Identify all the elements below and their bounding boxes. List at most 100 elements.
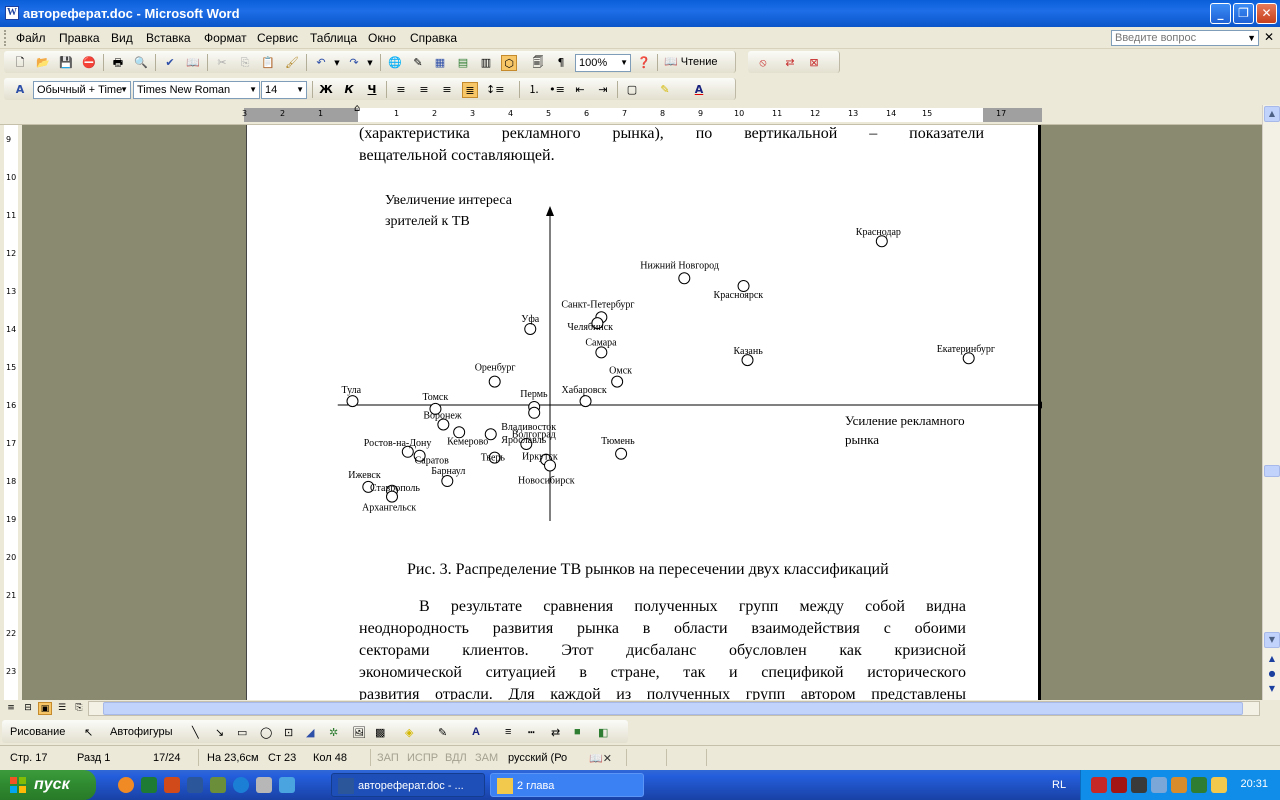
status-overtype[interactable]: ЗАМ	[475, 752, 498, 764]
tables-borders-icon[interactable]: ✎	[410, 55, 426, 71]
minimize-button[interactable]: _	[1210, 3, 1231, 24]
vertical-ruler[interactable]: 9 10 11 12 13 14 15 16 17 18 19 20 21 22…	[0, 125, 22, 700]
outline-view-icon[interactable]: ☰	[55, 702, 69, 715]
maximize-button[interactable]: ❐	[1233, 3, 1254, 24]
toolbar-grip[interactable]	[4, 30, 8, 46]
chevron-down-icon[interactable]: ▼	[249, 82, 257, 98]
menu-edit[interactable]: Правка	[59, 31, 100, 45]
rectangle-tool-icon[interactable]: ▭	[237, 726, 247, 739]
reading-view-icon[interactable]: ⎘	[72, 702, 86, 715]
menu-view[interactable]: Вид	[111, 31, 133, 45]
textbox-tool-icon[interactable]: ⊡	[284, 726, 293, 739]
firefox-icon[interactable]	[118, 777, 134, 793]
menu-tools[interactable]: Сервис	[257, 31, 298, 45]
copy-icon[interactable]: ⎘	[237, 55, 253, 71]
menu-window[interactable]: Окно	[368, 31, 396, 45]
drawing-icon[interactable]: ⬡	[501, 55, 517, 71]
taskbar-item-word-document[interactable]: автореферат.doc - ...	[331, 773, 485, 797]
reading-mode-button[interactable]: 📖 Чтение	[664, 55, 717, 68]
oval-tool-icon[interactable]: ◯	[260, 726, 272, 739]
align-center-icon[interactable]: ≡	[416, 82, 432, 98]
shadow-icon[interactable]: ■	[574, 726, 581, 738]
insert-table-icon[interactable]: ▦	[432, 55, 448, 71]
horizontal-scrollbar[interactable]	[88, 701, 1260, 716]
close-document-icon[interactable]: ✕	[1264, 30, 1274, 44]
spelling-icon[interactable]: ✔	[162, 55, 178, 71]
permission-icon[interactable]: ⛔	[81, 55, 97, 71]
arrow-tool-icon[interactable]: ↘	[215, 726, 224, 739]
cut-icon[interactable]: ✂	[214, 55, 230, 71]
style-select[interactable]: Обычный + Time ▼	[33, 81, 131, 99]
excel-icon[interactable]	[141, 777, 157, 793]
decrease-indent-icon[interactable]: ⇤	[572, 82, 588, 98]
underline-button[interactable]: Ч	[364, 82, 380, 98]
draw-menu-button[interactable]: Рисование	[10, 726, 65, 738]
menu-insert[interactable]: Вставка	[146, 31, 191, 45]
new-document-icon[interactable]: 🗋	[12, 55, 28, 71]
wordart-icon[interactable]: ◢	[306, 726, 314, 739]
font-size-select[interactable]: 14 ▼	[261, 81, 307, 99]
chevron-down-icon[interactable]: ▼	[329, 55, 345, 71]
next-page-icon[interactable]: ▼	[1264, 682, 1280, 698]
scroll-up-button[interactable]: ▲	[1264, 106, 1280, 122]
line-style-icon[interactable]: ≡	[505, 726, 511, 738]
spelling-status-icon[interactable]: 📖✕	[589, 752, 612, 765]
research-icon[interactable]: 📖	[185, 55, 201, 71]
zoom-select[interactable]: 100% ▼	[575, 54, 631, 72]
print-icon[interactable]: 🖶	[110, 55, 126, 71]
network-icon[interactable]	[279, 777, 295, 793]
line-spacing-icon[interactable]: ↕≡	[486, 82, 504, 98]
font-color-icon[interactable]: A	[472, 726, 480, 738]
justify-icon[interactable]: ≣	[462, 82, 478, 98]
menu-format[interactable]: Формат	[204, 31, 247, 45]
open-folder-icon[interactable]: 📂	[35, 55, 51, 71]
status-track-changes[interactable]: ИСПР	[407, 752, 438, 764]
autoshapes-button[interactable]: Автофигуры	[110, 726, 173, 738]
kaspersky-icon[interactable]	[1111, 777, 1127, 793]
status-record[interactable]: ЗАП	[377, 752, 399, 764]
word-app-icon[interactable]: W	[5, 6, 19, 20]
previous-page-icon[interactable]: ▲	[1264, 652, 1280, 668]
clipart-icon[interactable]: 🖼	[352, 726, 366, 739]
borders-icon[interactable]: ▢	[624, 82, 640, 98]
start-button[interactable]: пуск	[0, 770, 96, 800]
security-tray-icon[interactable]	[1191, 777, 1207, 793]
line-color-icon[interactable]: ✎	[438, 726, 447, 739]
internet-explorer-icon[interactable]	[233, 777, 249, 793]
insert-picture-icon[interactable]: ▩	[375, 726, 385, 739]
dash-style-icon[interactable]: ┅	[528, 726, 535, 739]
bold-button[interactable]: Ж	[318, 82, 334, 98]
web-view-icon[interactable]: ⊟	[21, 702, 35, 715]
document-map-icon[interactable]: 🗐	[530, 55, 546, 71]
help-question-box[interactable]: Введите вопрос ▼	[1111, 30, 1259, 46]
app-icon[interactable]	[210, 777, 226, 793]
paste-icon[interactable]: 📋	[260, 55, 276, 71]
word-icon[interactable]	[187, 777, 203, 793]
menu-table[interactable]: Таблица	[310, 31, 357, 45]
scroll-thumb[interactable]	[1264, 465, 1280, 477]
status-extend[interactable]: ВДЛ	[445, 752, 467, 764]
close-button[interactable]: ✕	[1256, 3, 1277, 24]
normal-view-icon[interactable]: ≡	[4, 702, 18, 715]
3d-style-icon[interactable]: ◧	[598, 726, 608, 739]
highlight-icon[interactable]: ✎	[657, 82, 673, 98]
tray-app-icon[interactable]	[1211, 777, 1227, 793]
line-tool-icon[interactable]: ╲	[192, 726, 199, 739]
print-preview-icon[interactable]: 🔍	[133, 55, 149, 71]
align-left-icon[interactable]: ≡	[393, 82, 409, 98]
reject-icon[interactable]: ⊠	[806, 55, 822, 71]
taskbar-item-folder[interactable]: 2 глава	[490, 773, 644, 797]
redo-icon[interactable]: ↷	[346, 55, 362, 71]
display-tray-icon[interactable]	[1151, 777, 1167, 793]
vertical-scrollbar[interactable]: ▲ ▼ ▲ ● ▼	[1262, 105, 1280, 700]
numbering-icon[interactable]: ⒈	[526, 82, 542, 98]
antivirus-icon[interactable]	[1091, 777, 1107, 793]
chevron-down-icon[interactable]: ▼	[120, 82, 128, 98]
document-page[interactable]: (характеристика рекламного рынка), по ве…	[246, 125, 1042, 700]
horizontal-ruler[interactable]: 3 2 1 1 2 3 4 5 6 7 8 9 10 11 12 13 14 1…	[0, 103, 1280, 125]
print-layout-icon[interactable]: ▣	[38, 702, 52, 715]
hyperlink-icon[interactable]: 🌐	[387, 55, 403, 71]
show-hide-icon[interactable]: ¶	[553, 55, 569, 71]
select-objects-icon[interactable]: ↖	[84, 726, 93, 739]
format-painter-icon[interactable]: 🖌	[284, 55, 300, 71]
